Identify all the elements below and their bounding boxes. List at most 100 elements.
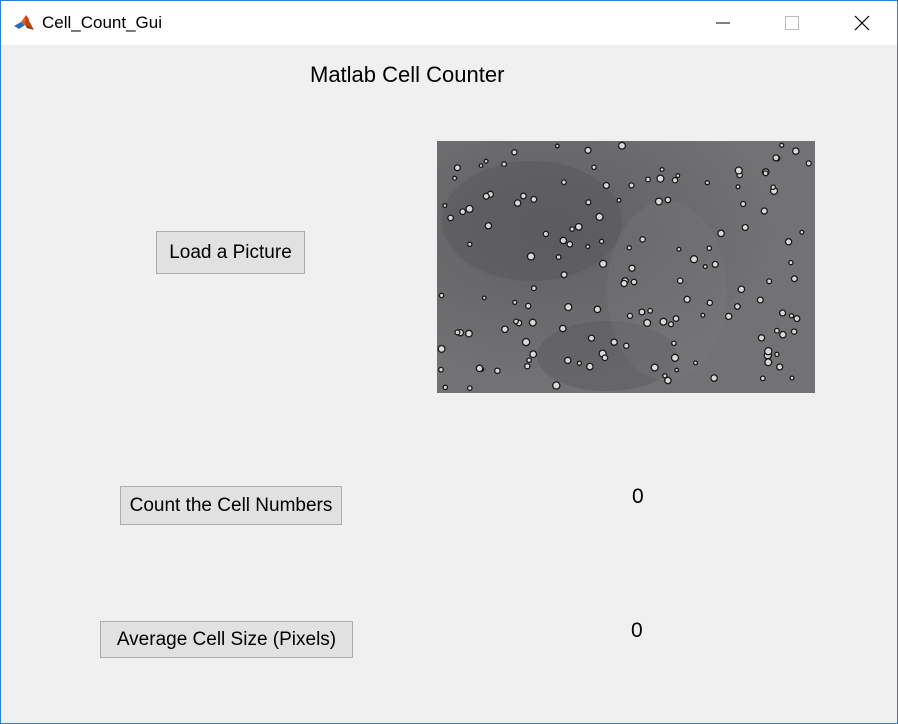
cell-blob [762,170,769,177]
cell-blob [560,271,568,279]
cell-blob [644,176,652,183]
cell-blob [711,260,719,269]
cell-blob [598,259,608,268]
cell-blob [555,254,562,261]
minimize-button[interactable] [700,1,746,45]
cell-blob [530,195,538,203]
cell-blob [628,264,636,272]
cell-blob [528,318,537,327]
matlab-logo-icon [13,13,35,33]
cell-blob [671,176,679,184]
cell-blob [454,329,461,336]
cell-blob [560,179,567,186]
cell-blob [659,317,668,326]
load-picture-button[interactable]: Load a Picture [156,231,305,274]
cell-blob [438,292,445,299]
cell-blob [483,158,489,164]
cell-blob [790,328,798,335]
cell-blob [664,376,672,385]
cell-blob [478,163,484,169]
cell-blob [737,285,746,294]
cell-blob [676,277,684,285]
cell-blob [766,278,773,285]
cell-blob [564,302,573,312]
cell-blob [586,362,594,371]
cell-blob [647,307,654,314]
count-cells-button[interactable]: Count the Cell Numbers [120,486,342,525]
cell-blob [724,312,733,321]
cell-blob [756,296,764,304]
cell-blob [650,363,659,372]
cell-blob [576,360,583,366]
cell-blob [585,199,592,206]
cell-blob [702,264,708,270]
cell-blob [437,344,446,353]
cell-blob [791,147,800,156]
cell-blob [526,252,536,261]
cell-blob [466,385,473,391]
cell-blob [667,321,675,328]
close-icon [854,15,870,31]
cell-blob [501,161,508,168]
cell-blob [602,181,610,190]
cell-blob [484,222,493,230]
cell-blob [671,340,677,347]
cell-blob [447,214,455,222]
cell-blob [789,375,795,381]
cell-blob [710,374,718,382]
maximize-icon [785,16,799,30]
cell-blob [585,244,591,250]
cell-blob [774,351,780,358]
cell-blob [542,230,550,238]
cell-blob [494,367,501,375]
cell-blob [788,259,794,266]
cell-blob [569,226,575,232]
cell-blob [776,363,784,371]
cell-blob [521,337,531,347]
maximize-button[interactable] [769,1,815,45]
cell-blob [793,315,801,323]
cell-blob [620,279,628,288]
cell-blob [558,324,567,333]
cell-blob [628,182,635,189]
cell-blob [442,203,448,209]
cell-blob [481,295,487,301]
cell-blob [511,149,518,156]
cell-blob [772,154,780,162]
cell-blob [464,329,473,338]
cell-blob [674,367,680,373]
cell-blob [764,346,773,356]
average-cell-size-button[interactable]: Average Cell Size (Pixels) [100,621,353,658]
app-heading: Matlab Cell Counter [310,62,505,87]
minimize-icon [716,22,730,24]
cell-blob [482,192,490,200]
cell-blob [616,197,622,203]
microscope-cell-image [437,141,815,393]
cell-blob [735,184,741,190]
cell-blob [656,174,665,183]
cell-blob [740,200,747,208]
cell-blob [442,384,449,391]
cell-blob [779,142,785,148]
cell-blob [676,246,682,252]
cell-blob [529,350,538,359]
cell-blob [524,362,531,370]
cell-blob [626,312,634,320]
cell-blob [530,285,537,292]
cell-blob [452,175,458,181]
cell-blob [566,240,574,248]
title-bar[interactable]: Cell_Count_Gui [1,1,897,45]
cell-blob [453,164,461,172]
cell-blob [790,275,798,283]
cell-blob [759,375,766,382]
cell-blob [639,236,646,243]
cell-blob [459,208,467,216]
cell-blob [717,229,725,238]
close-button[interactable] [839,1,885,45]
cell-blob [706,299,714,307]
cell-blob [630,278,638,286]
cell-blob [591,164,597,171]
cell-blob [587,334,596,342]
cell-blob [623,342,630,350]
cell-blob [465,204,474,214]
